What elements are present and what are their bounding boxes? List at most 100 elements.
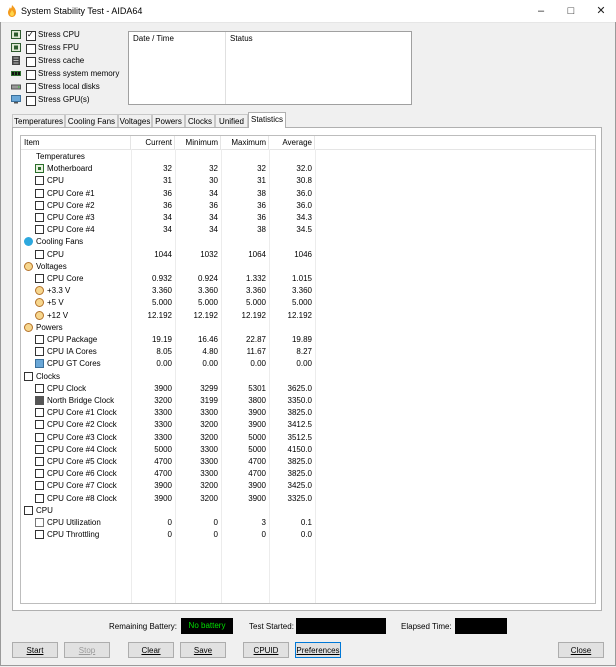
table-row[interactable]: CPU Clock 3900 3299 5301 3625.0 bbox=[21, 383, 595, 395]
statistics-grid[interactable]: Item Current Minimum Maximum Average Tem… bbox=[20, 135, 596, 604]
maximum-value: 3900 bbox=[248, 408, 266, 418]
current-value: 5.000 bbox=[151, 298, 172, 308]
table-row[interactable]: CPU Core #8 Clock 3900 3200 3900 3325.0 bbox=[21, 493, 595, 505]
table-row[interactable]: North Bridge Clock 3200 3199 3800 3350.0 bbox=[21, 395, 595, 407]
table-row[interactable]: +3.3 V 3.360 3.360 3.360 3.360 bbox=[21, 285, 595, 297]
table-row[interactable]: +5 V 5.000 5.000 5.000 5.000 bbox=[21, 297, 595, 309]
preferences-button[interactable]: Preferences bbox=[295, 642, 341, 658]
test-started-label: Test Started: bbox=[249, 622, 294, 631]
log-header-status[interactable]: Status bbox=[226, 32, 411, 46]
cpu-icon bbox=[35, 347, 44, 357]
save-button[interactable]: Save bbox=[180, 642, 226, 658]
cpu-icon bbox=[35, 469, 44, 479]
col-minimum[interactable]: Minimum bbox=[175, 136, 221, 149]
group-row[interactable]: Clocks bbox=[21, 371, 595, 383]
minimum-value: 0.924 bbox=[197, 274, 218, 283]
stress-cache-checkbox[interactable] bbox=[26, 57, 36, 67]
clear-button[interactable]: Clear bbox=[128, 642, 174, 658]
tab-unified[interactable]: Unified bbox=[215, 114, 248, 127]
maximum-value: 36 bbox=[257, 200, 266, 210]
minimum-value: 0 bbox=[213, 530, 218, 540]
event-log-table[interactable]: Date / Time Status bbox=[128, 31, 412, 105]
table-row[interactable]: CPU Core #1 36 34 38 36.0 bbox=[21, 188, 595, 200]
group-row[interactable]: Powers bbox=[21, 322, 595, 334]
tab-powers[interactable]: Powers bbox=[152, 114, 185, 127]
table-row[interactable]: CPU Core #3 34 34 36 34.3 bbox=[21, 212, 595, 224]
table-row[interactable]: CPU IA Cores 8.05 4.80 11.67 8.27 bbox=[21, 346, 595, 358]
voltage-icon bbox=[35, 286, 44, 296]
col-item[interactable]: Item bbox=[21, 136, 131, 149]
table-row[interactable]: CPU GT Cores 0.00 0.00 0.00 0.00 bbox=[21, 358, 595, 370]
tab-temperatures[interactable]: Temperatures bbox=[12, 114, 65, 127]
tab-voltages[interactable]: Voltages bbox=[118, 114, 152, 127]
stress-cpu-checkbox[interactable] bbox=[26, 30, 36, 41]
table-row[interactable]: CPU Core #2 Clock 3300 3200 3900 3412.5 bbox=[21, 419, 595, 431]
maximum-value: 1.332 bbox=[245, 274, 266, 283]
col-average[interactable]: Average bbox=[269, 136, 315, 149]
log-column-divider bbox=[225, 32, 226, 104]
elapsed-time-label: Elapsed Time: bbox=[401, 622, 452, 631]
maximum-value: 0 bbox=[261, 530, 266, 540]
average-value: 0.00 bbox=[296, 359, 312, 369]
table-row[interactable]: CPU Core #4 34 34 38 34.5 bbox=[21, 224, 595, 236]
log-header-date[interactable]: Date / Time bbox=[129, 32, 226, 46]
group-row[interactable]: Voltages bbox=[21, 261, 595, 273]
elapsed-time-value bbox=[455, 618, 507, 634]
table-row[interactable]: +12 V 12.192 12.192 12.192 12.192 bbox=[21, 310, 595, 322]
table-row[interactable]: CPU Core 0.932 0.924 1.332 1.015 bbox=[21, 273, 595, 285]
table-row[interactable]: CPU Core #7 Clock 3900 3200 3900 3425.0 bbox=[21, 480, 595, 492]
window-close-icon[interactable]: ✕ bbox=[586, 0, 616, 22]
table-row[interactable]: CPU Core #4 Clock 5000 3300 5000 4150.0 bbox=[21, 444, 595, 456]
maximum-value: 4700 bbox=[248, 457, 266, 466]
stress-cache-option[interactable]: Stress cache bbox=[10, 55, 125, 68]
row-label: CPU Core bbox=[47, 274, 84, 283]
average-value: 3350.0 bbox=[287, 396, 312, 405]
maximum-value: 5.000 bbox=[245, 298, 266, 308]
table-row[interactable]: CPU Utilization 0 0 3 0.1 bbox=[21, 517, 595, 529]
table-row[interactable]: CPU Core #1 Clock 3300 3300 3900 3825.0 bbox=[21, 407, 595, 419]
col-current[interactable]: Current bbox=[131, 136, 175, 149]
group-row[interactable]: Temperatures bbox=[21, 151, 595, 163]
group-row[interactable]: Cooling Fans bbox=[21, 236, 595, 248]
minimum-value: 0 bbox=[213, 518, 218, 527]
maximum-value: 4700 bbox=[248, 469, 266, 479]
group-label: Powers bbox=[36, 322, 63, 332]
tab-statistics[interactable]: Statistics bbox=[248, 112, 286, 128]
table-row[interactable]: CPU 31 30 31 30.8 bbox=[21, 175, 595, 187]
tab-clocks[interactable]: Clocks bbox=[185, 114, 215, 127]
maximum-value: 3900 bbox=[248, 493, 266, 503]
cpuid-button[interactable]: CPUID bbox=[243, 642, 289, 658]
stress-gpu-option[interactable]: Stress GPU(s) bbox=[10, 94, 125, 107]
average-value: 3.360 bbox=[291, 286, 312, 296]
stress-memory-checkbox[interactable] bbox=[26, 70, 36, 80]
stress-fpu-option[interactable]: Stress FPU bbox=[10, 42, 125, 55]
table-row[interactable]: CPU Package 19.19 16.46 22.87 19.89 bbox=[21, 334, 595, 346]
cpu-chip-icon bbox=[11, 30, 21, 39]
col-maximum[interactable]: Maximum bbox=[221, 136, 269, 149]
memory-icon bbox=[11, 71, 21, 76]
row-label: CPU Core #1 bbox=[47, 188, 95, 198]
close-button[interactable]: Close bbox=[558, 642, 604, 658]
stress-gpu-checkbox[interactable] bbox=[26, 96, 36, 106]
group-label: Voltages bbox=[36, 261, 67, 271]
stress-disks-option[interactable]: Stress local disks bbox=[10, 81, 125, 94]
table-row[interactable]: CPU Core #6 Clock 4700 3300 4700 3825.0 bbox=[21, 468, 595, 480]
table-row[interactable]: Motherboard 32 32 32 32.0 bbox=[21, 163, 595, 175]
stop-button[interactable]: Stop bbox=[64, 642, 110, 658]
tab-cooling-fans[interactable]: Cooling Fans bbox=[65, 114, 118, 127]
table-row[interactable]: CPU 1044 1032 1064 1046 bbox=[21, 249, 595, 261]
stress-memory-option[interactable]: Stress system memory bbox=[10, 68, 125, 81]
minimize-icon[interactable]: – bbox=[526, 0, 556, 22]
row-label: CPU Core #6 Clock bbox=[47, 469, 117, 479]
table-row[interactable]: CPU Core #5 Clock 4700 3300 4700 3825.0 bbox=[21, 456, 595, 468]
stress-disks-checkbox[interactable] bbox=[26, 83, 36, 93]
table-row[interactable]: CPU Throttling 0 0 0 0.0 bbox=[21, 529, 595, 541]
stress-cpu-option[interactable]: Stress CPU bbox=[10, 29, 125, 42]
table-row[interactable]: CPU Core #2 36 36 36 36.0 bbox=[21, 200, 595, 212]
stress-fpu-checkbox[interactable] bbox=[26, 44, 36, 54]
table-row[interactable]: CPU Core #3 Clock 3300 3200 5000 3512.5 bbox=[21, 432, 595, 444]
group-row[interactable]: CPU bbox=[21, 505, 595, 517]
maximize-icon[interactable]: □ bbox=[556, 0, 586, 22]
start-button[interactable]: Start bbox=[12, 642, 58, 658]
current-value: 12.192 bbox=[147, 310, 172, 320]
